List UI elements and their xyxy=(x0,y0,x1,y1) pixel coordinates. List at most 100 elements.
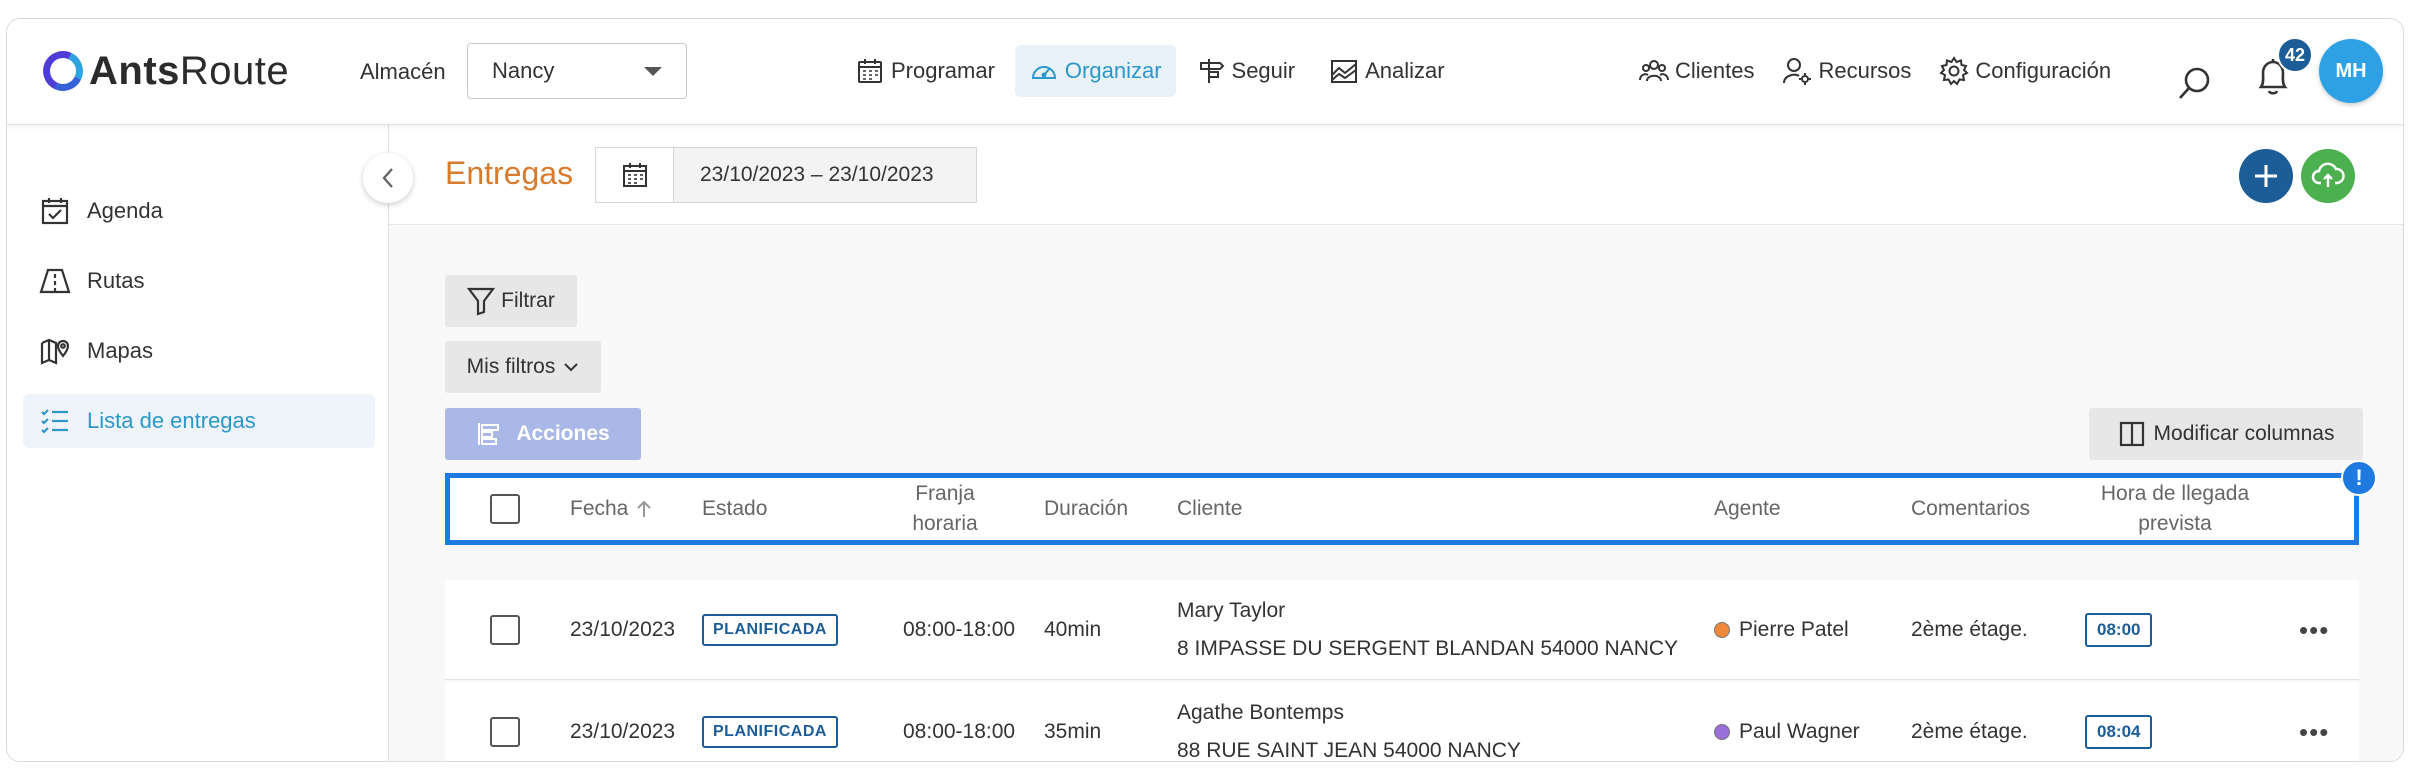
cell-duracion: 40min xyxy=(1044,618,1102,641)
row-checkbox[interactable] xyxy=(490,615,520,645)
add-delivery-button[interactable] xyxy=(2239,149,2293,203)
gear-icon xyxy=(1939,56,1970,86)
users-icon xyxy=(1639,60,1669,82)
page-header: Entregas 23/10/2023 – 23/10/2023 xyxy=(389,125,2403,225)
notification-count-badge: 42 xyxy=(2277,37,2313,73)
cell-franja: 08:00-18:00 xyxy=(903,720,1016,743)
filter-label: Filtrar xyxy=(501,289,555,312)
row-checkbox[interactable] xyxy=(490,717,520,747)
cell-estado: PLANIFICADA xyxy=(702,682,838,761)
nav-recursos[interactable]: Recursos xyxy=(1770,45,1923,97)
eta-badge: 08:04 xyxy=(2085,715,2153,749)
antsroute-logo[interactable]: AntsRoute xyxy=(37,43,290,99)
cell-franja: 08:00-18:00 xyxy=(903,618,1016,641)
nav-seguir[interactable]: Seguir xyxy=(1182,45,1310,97)
client-address: 8 IMPASSE DU SERGENT BLANDAN 54000 NANCY xyxy=(1177,637,1679,660)
column-duracion[interactable]: Duración xyxy=(1044,478,1128,540)
select-all-checkbox[interactable] xyxy=(490,494,520,524)
chevron-down-icon xyxy=(644,66,662,76)
select-all-checkbox-cell xyxy=(490,478,520,540)
chevron-down-icon xyxy=(564,363,579,372)
column-comentarios[interactable]: Comentarios xyxy=(1911,478,2030,540)
search-icon[interactable] xyxy=(2177,65,2213,101)
cell-hora: 08:04 xyxy=(2085,682,2153,761)
cell-estado: PLANIFICADA xyxy=(702,580,838,680)
sidebar-collapse-button[interactable] xyxy=(363,153,413,203)
nav-organizar[interactable]: Organizar xyxy=(1014,45,1176,97)
top-bar: AntsRoute Almacén Nancy Programar Organi… xyxy=(7,19,2403,125)
modify-columns-button[interactable]: Modificar columnas xyxy=(2089,408,2363,460)
column-hora-label-2: prevista xyxy=(2138,512,2212,535)
column-franja-horaria[interactable]: Franja horaria xyxy=(895,478,995,540)
column-hora-llegada[interactable]: Hora de llegada prevista xyxy=(2080,478,2270,540)
logo-icon xyxy=(37,45,89,97)
column-agente[interactable]: Agente xyxy=(1714,478,1781,540)
date-picker-button[interactable] xyxy=(596,148,674,202)
row-more-menu[interactable]: ••• xyxy=(2299,580,2329,680)
column-agente-label: Agente xyxy=(1714,496,1781,520)
sort-arrow-up-icon xyxy=(637,500,652,517)
sidebar-item-lista-de-entregas[interactable]: Lista de entregas xyxy=(23,394,375,448)
map-pin-icon xyxy=(40,338,70,365)
import-button[interactable] xyxy=(2301,149,2355,203)
nav-seguir-label: Seguir xyxy=(1231,58,1296,83)
warehouse-select[interactable]: Nancy xyxy=(467,43,687,99)
date-range-picker[interactable]: 23/10/2023 – 23/10/2023 xyxy=(595,147,977,203)
column-estado[interactable]: Estado xyxy=(702,478,767,540)
logo-text-strong: Ants xyxy=(89,48,180,93)
agent-color-dot xyxy=(1714,724,1730,740)
client-name: Mary Taylor xyxy=(1177,599,1286,622)
cloud-upload-icon xyxy=(2311,162,2345,187)
cell-agente: Paul Wagner xyxy=(1714,682,1860,761)
nav-clientes[interactable]: Clientes xyxy=(1627,45,1766,97)
row-more-menu[interactable]: ••• xyxy=(2299,682,2329,761)
more-icon: ••• xyxy=(2299,614,2330,645)
main-nav: Programar Organizar Seguir Analizar xyxy=(841,45,1459,97)
sidebar-item-agenda[interactable]: Agenda xyxy=(23,184,375,238)
row-checkbox-cell xyxy=(490,580,520,680)
table-row[interactable]: 23/10/2023 PLANIFICADA 08:00-18:00 40min… xyxy=(445,580,2359,680)
column-cliente-label: Cliente xyxy=(1177,496,1243,520)
column-duracion-label: Duración xyxy=(1044,496,1129,520)
nav-programar[interactable]: Programar xyxy=(841,45,1009,97)
column-estado-label: Estado xyxy=(702,496,768,520)
sidebar-item-label: Mapas xyxy=(87,338,154,363)
secondary-nav: Clientes Recursos Configuración xyxy=(1627,45,2123,97)
plus-icon xyxy=(2255,165,2277,187)
align-icon xyxy=(478,423,500,445)
sidebar-item-label: Agenda xyxy=(87,198,163,223)
agent-color-dot xyxy=(1714,622,1730,638)
calendar-icon xyxy=(622,163,647,187)
sidebar-item-mapas[interactable]: Mapas xyxy=(23,324,375,378)
actions-button[interactable]: Acciones xyxy=(445,408,641,460)
gauge-icon xyxy=(1031,66,1056,79)
column-fecha[interactable]: Fecha xyxy=(570,478,652,540)
road-icon xyxy=(39,268,71,294)
cell-agente: Pierre Patel xyxy=(1714,580,1849,680)
warning-badge[interactable]: ! xyxy=(2341,460,2377,496)
sidebar-item-rutas[interactable]: Rutas xyxy=(23,254,375,308)
logo-text-light: Route xyxy=(179,48,290,93)
sidebar-item-label: Lista de entregas xyxy=(87,408,256,433)
nav-configuracion[interactable]: Configuración xyxy=(1927,45,2123,97)
column-franja-label-2: horaria xyxy=(912,512,978,535)
cell-duracion: 35min xyxy=(1044,720,1102,743)
calendar-icon xyxy=(858,59,882,83)
agent-name: Paul Wagner xyxy=(1739,720,1860,743)
user-gear-icon xyxy=(1783,58,1812,85)
nav-analizar[interactable]: Analizar xyxy=(1315,45,1458,97)
nav-recursos-label: Recursos xyxy=(1818,58,1912,83)
filter-button[interactable]: Filtrar xyxy=(445,275,577,327)
column-hora-label-1: Hora de llegada xyxy=(2100,481,2250,505)
my-filters-dropdown[interactable]: Mis filtros xyxy=(445,341,601,393)
nav-analizar-label: Analizar xyxy=(1365,58,1445,83)
row-checkbox-cell xyxy=(490,682,520,761)
user-avatar[interactable]: MH xyxy=(2319,39,2383,103)
eta-badge: 08:00 xyxy=(2085,613,2153,647)
columns-icon xyxy=(2119,421,2144,447)
table-row[interactable]: 23/10/2023 PLANIFICADA 08:00-18:00 35min… xyxy=(445,682,2359,761)
nav-configuracion-label: Configuración xyxy=(1975,58,2112,83)
column-cliente[interactable]: Cliente xyxy=(1177,478,1242,540)
nav-programar-label: Programar xyxy=(891,58,995,83)
cell-comentarios: 2ème étage. xyxy=(1911,618,2028,641)
